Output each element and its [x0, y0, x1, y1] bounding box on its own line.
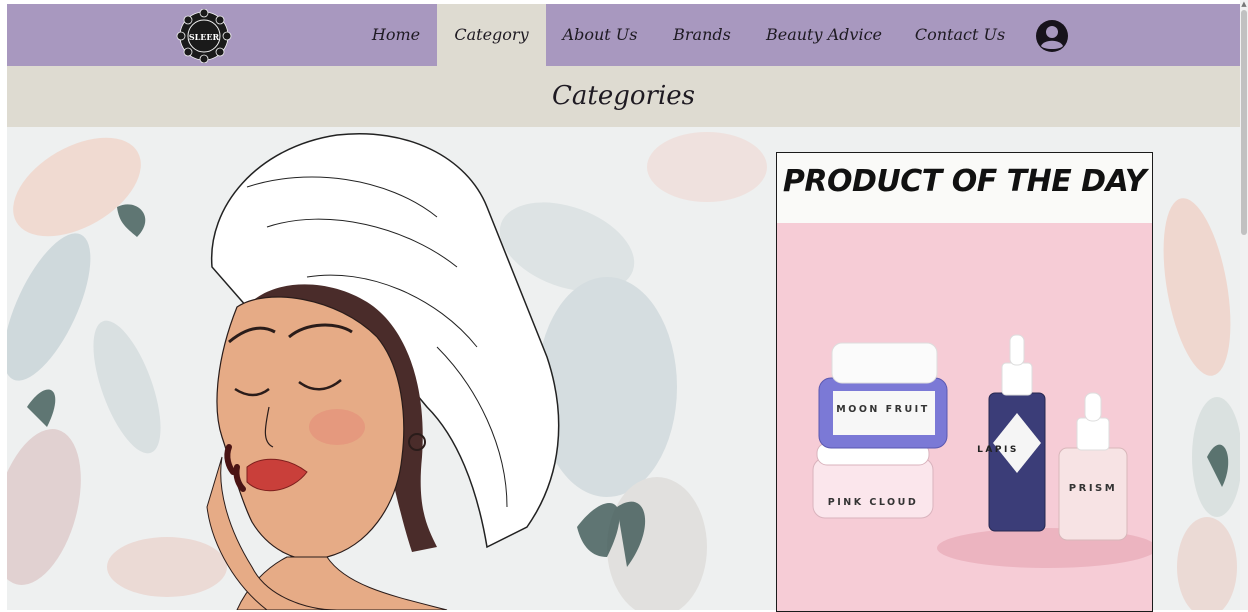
nav-beauty-advice[interactable]: Beauty Advice — [759, 4, 889, 66]
page-scrollbar[interactable]: ▲ — [1240, 0, 1248, 610]
scroll-up-icon[interactable]: ▲ — [1241, 0, 1247, 8]
product-label-lapis: LAPIS — [977, 445, 1019, 455]
top-navbar: SLEER Home Category About Us Brands Beau… — [7, 4, 1240, 66]
nav-category[interactable]: Category — [437, 4, 546, 66]
page-title: Categories — [552, 81, 695, 111]
logo-icon: SLEER — [176, 9, 232, 63]
product-image — [812, 334, 1152, 568]
product-of-the-day-card[interactable]: PRODUCT OF THE DAY MOON FRUIT LAPIS PRIS… — [776, 152, 1153, 612]
nav-contact-us[interactable]: Contact Us — [905, 4, 1015, 66]
logo-text: SLEER — [189, 32, 220, 42]
brand-logo[interactable]: SLEER — [174, 9, 234, 63]
product-label-pink-cloud: PINK CLOUD — [827, 497, 919, 508]
nav-about-us[interactable]: About Us — [556, 4, 644, 66]
product-label-prism: PRISM — [1068, 483, 1118, 494]
account-circle-icon[interactable] — [1035, 19, 1069, 53]
scroll-thumb[interactable] — [1241, 10, 1247, 235]
nav-home[interactable]: Home — [365, 4, 427, 66]
nav-brands[interactable]: Brands — [665, 4, 739, 66]
page-title-bar: Categories — [7, 66, 1240, 127]
product-label-moon-fruit: MOON FRUIT — [836, 404, 930, 415]
